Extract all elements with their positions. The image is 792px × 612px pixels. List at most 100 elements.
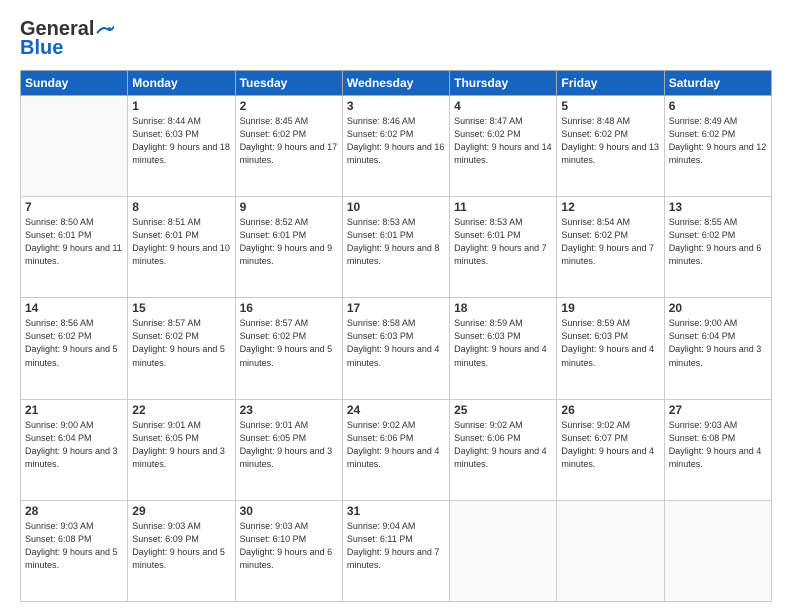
calendar-cell: 25 Sunrise: 9:02 AMSunset: 6:06 PMDayligh… (450, 399, 557, 500)
day-number: 9 (240, 200, 338, 214)
day-info: Sunrise: 8:44 AMSunset: 6:03 PMDaylight:… (132, 115, 230, 167)
calendar-cell: 14Sunrise: 8:56 AMSunset: 6:02 PMDayligh… (21, 298, 128, 399)
day-info: Sunrise: 8:51 AMSunset: 6:01 PMDaylight:… (132, 216, 230, 268)
day-info: Sunrise: 9:03 AMSunset: 6:09 PMDaylight:… (132, 520, 230, 572)
calendar-cell: 23 Sunrise: 9:01 AMSunset: 6:05 PMDayligh… (235, 399, 342, 500)
calendar-cell (450, 500, 557, 601)
day-number: 4 (454, 99, 552, 113)
calendar-cell: 21 Sunrise: 9:00 AMSunset: 6:04 PMDayligh… (21, 399, 128, 500)
calendar-cell: 27 Sunrise: 9:03 AMSunset: 6:08 PMDayligh… (664, 399, 771, 500)
day-number: 21 (25, 403, 123, 417)
day-number: 5 (561, 99, 659, 113)
day-info: Sunrise: 8:55 AMSunset: 6:02 PMDaylight:… (669, 216, 767, 268)
day-number: 7 (25, 200, 123, 214)
day-number: 31 (347, 504, 445, 518)
day-info: Sunrise: 8:57 AMSunset: 6:02 PMDaylight:… (132, 317, 230, 369)
calendar-cell: 9 Sunrise: 8:52 AMSunset: 6:01 PMDaylight… (235, 197, 342, 298)
day-number: 15 (132, 301, 230, 315)
calendar-cell: 30Sunrise: 9:03 AMSunset: 6:10 PMDayligh… (235, 500, 342, 601)
day-info: Sunrise: 9:02 AMSunset: 6:06 PMDaylight:… (347, 419, 445, 471)
calendar-cell: 11 Sunrise: 8:53 AMSunset: 6:01 PMDayligh… (450, 197, 557, 298)
calendar-cell: 2 Sunrise: 8:45 AMSunset: 6:02 PMDaylight… (235, 96, 342, 197)
day-number: 17 (347, 301, 445, 315)
day-number: 13 (669, 200, 767, 214)
day-number: 2 (240, 99, 338, 113)
header: General Blue (20, 18, 772, 60)
day-info: Sunrise: 8:52 AMSunset: 6:01 PMDaylight:… (240, 216, 338, 268)
day-info: Sunrise: 9:03 AMSunset: 6:10 PMDaylight:… (240, 520, 338, 572)
calendar-cell: 24 Sunrise: 9:02 AMSunset: 6:06 PMDayligh… (342, 399, 449, 500)
calendar-cell (557, 500, 664, 601)
weekday-header-tuesday: Tuesday (235, 71, 342, 96)
day-info: Sunrise: 9:02 AMSunset: 6:06 PMDaylight:… (454, 419, 552, 471)
day-number: 25 (454, 403, 552, 417)
day-number: 20 (669, 301, 767, 315)
calendar-cell: 20 Sunrise: 9:00 AMSunset: 6:04 PMDayligh… (664, 298, 771, 399)
logo-bird-icon (96, 24, 114, 36)
day-info: Sunrise: 8:50 AMSunset: 6:01 PMDaylight:… (25, 216, 123, 268)
calendar-cell: 17Sunrise: 8:58 AMSunset: 6:03 PMDayligh… (342, 298, 449, 399)
week-row-3: 14Sunrise: 8:56 AMSunset: 6:02 PMDayligh… (21, 298, 772, 399)
calendar-cell: 10Sunrise: 8:53 AMSunset: 6:01 PMDayligh… (342, 197, 449, 298)
day-number: 8 (132, 200, 230, 214)
calendar-cell: 15 Sunrise: 8:57 AMSunset: 6:02 PMDayligh… (128, 298, 235, 399)
weekday-header-wednesday: Wednesday (342, 71, 449, 96)
calendar-cell: 4 Sunrise: 8:47 AMSunset: 6:02 PMDaylight… (450, 96, 557, 197)
day-number: 10 (347, 200, 445, 214)
calendar-cell (21, 96, 128, 197)
weekday-header-thursday: Thursday (450, 71, 557, 96)
day-info: Sunrise: 9:01 AMSunset: 6:05 PMDaylight:… (132, 419, 230, 471)
calendar-cell: 31 Sunrise: 9:04 AMSunset: 6:11 PMDayligh… (342, 500, 449, 601)
day-number: 26 (561, 403, 659, 417)
calendar-cell: 1 Sunrise: 8:44 AMSunset: 6:03 PMDaylight… (128, 96, 235, 197)
day-number: 18 (454, 301, 552, 315)
calendar-cell: 28Sunrise: 9:03 AMSunset: 6:08 PMDayligh… (21, 500, 128, 601)
day-info: Sunrise: 8:57 AMSunset: 6:02 PMDaylight:… (240, 317, 338, 369)
calendar-cell: 29 Sunrise: 9:03 AMSunset: 6:09 PMDayligh… (128, 500, 235, 601)
week-row-4: 21 Sunrise: 9:00 AMSunset: 6:04 PMDayligh… (21, 399, 772, 500)
day-number: 6 (669, 99, 767, 113)
calendar-cell: 3Sunrise: 8:46 AMSunset: 6:02 PMDaylight… (342, 96, 449, 197)
day-number: 12 (561, 200, 659, 214)
week-row-5: 28Sunrise: 9:03 AMSunset: 6:08 PMDayligh… (21, 500, 772, 601)
day-info: Sunrise: 8:48 AMSunset: 6:02 PMDaylight:… (561, 115, 659, 167)
week-row-2: 7 Sunrise: 8:50 AMSunset: 6:01 PMDaylight… (21, 197, 772, 298)
day-info: Sunrise: 8:45 AMSunset: 6:02 PMDaylight:… (240, 115, 338, 167)
weekday-header-monday: Monday (128, 71, 235, 96)
calendar-cell: 5 Sunrise: 8:48 AMSunset: 6:02 PMDaylight… (557, 96, 664, 197)
calendar-cell: 16 Sunrise: 8:57 AMSunset: 6:02 PMDayligh… (235, 298, 342, 399)
day-number: 27 (669, 403, 767, 417)
calendar-cell: 7 Sunrise: 8:50 AMSunset: 6:01 PMDaylight… (21, 197, 128, 298)
day-number: 29 (132, 504, 230, 518)
logo: General Blue (20, 18, 114, 60)
day-number: 16 (240, 301, 338, 315)
day-info: Sunrise: 9:00 AMSunset: 6:04 PMDaylight:… (25, 419, 123, 471)
weekday-header-saturday: Saturday (664, 71, 771, 96)
calendar-cell: 18Sunrise: 8:59 AMSunset: 6:03 PMDayligh… (450, 298, 557, 399)
calendar-cell: 22 Sunrise: 9:01 AMSunset: 6:05 PMDayligh… (128, 399, 235, 500)
day-info: Sunrise: 9:02 AMSunset: 6:07 PMDaylight:… (561, 419, 659, 471)
calendar-cell: 12Sunrise: 8:54 AMSunset: 6:02 PMDayligh… (557, 197, 664, 298)
day-info: Sunrise: 9:01 AMSunset: 6:05 PMDaylight:… (240, 419, 338, 471)
day-info: Sunrise: 9:00 AMSunset: 6:04 PMDaylight:… (669, 317, 767, 369)
day-info: Sunrise: 8:46 AMSunset: 6:02 PMDaylight:… (347, 115, 445, 167)
weekday-header-sunday: Sunday (21, 71, 128, 96)
day-number: 23 (240, 403, 338, 417)
calendar-table: SundayMondayTuesdayWednesdayThursdayFrid… (20, 70, 772, 602)
page: General Blue SundayMondayTuesdayWednesda… (0, 0, 792, 612)
day-number: 1 (132, 99, 230, 113)
day-number: 14 (25, 301, 123, 315)
calendar-cell: 26 Sunrise: 9:02 AMSunset: 6:07 PMDayligh… (557, 399, 664, 500)
day-number: 22 (132, 403, 230, 417)
day-number: 11 (454, 200, 552, 214)
day-number: 24 (347, 403, 445, 417)
day-info: Sunrise: 9:04 AMSunset: 6:11 PMDaylight:… (347, 520, 445, 572)
day-info: Sunrise: 8:47 AMSunset: 6:02 PMDaylight:… (454, 115, 552, 167)
day-info: Sunrise: 8:49 AMSunset: 6:02 PMDaylight:… (669, 115, 767, 167)
day-info: Sunrise: 8:53 AMSunset: 6:01 PMDaylight:… (454, 216, 552, 268)
calendar-cell: 13 Sunrise: 8:55 AMSunset: 6:02 PMDayligh… (664, 197, 771, 298)
calendar-cell: 6 Sunrise: 8:49 AMSunset: 6:02 PMDaylight… (664, 96, 771, 197)
calendar-cell: 19Sunrise: 8:59 AMSunset: 6:03 PMDayligh… (557, 298, 664, 399)
day-info: Sunrise: 9:03 AMSunset: 6:08 PMDaylight:… (669, 419, 767, 471)
calendar-cell (664, 500, 771, 601)
